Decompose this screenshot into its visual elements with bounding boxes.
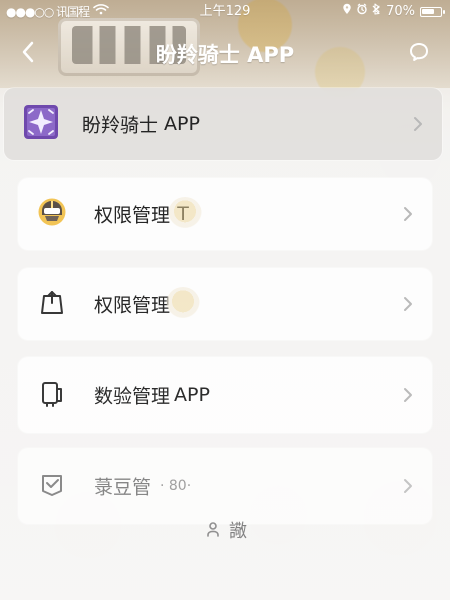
battery-percent: 70% <box>386 4 415 19</box>
list-item-icon-wrap <box>32 284 72 324</box>
featured-chevron-icon <box>412 115 424 133</box>
chat-button[interactable] <box>402 37 436 71</box>
checked-box-icon <box>37 469 67 503</box>
featured-title: 盼羚骑士 <box>82 114 159 137</box>
sparkle-app-icon <box>20 101 62 147</box>
list-item-extra: APP <box>174 384 210 406</box>
footer-note: 䜘 <box>0 517 450 543</box>
list-item-label: 权限管理 <box>94 294 171 317</box>
avatar-watermark <box>168 197 202 231</box>
list-item-icon-wrap <box>32 466 72 506</box>
app-header: 盼羚骑士 APP <box>0 24 450 86</box>
footer-text: 䜘 <box>229 521 247 542</box>
list-item[interactable]: 权限管理 <box>18 268 432 340</box>
bluetooth-icon <box>372 0 382 24</box>
battery-icon <box>420 7 445 17</box>
list-item[interactable]: 权限管理 T <box>18 178 432 250</box>
featured-tag: APP <box>164 113 200 135</box>
list-item-icon-wrap <box>32 375 72 415</box>
data-device-icon <box>36 377 68 413</box>
list-item-icon-wrap <box>32 194 72 234</box>
chat-bubble-icon <box>407 40 431 68</box>
avatar-watermark <box>166 287 200 321</box>
location-icon <box>342 0 352 24</box>
chevron-right-icon <box>402 295 414 313</box>
chevron-right-icon <box>402 205 414 223</box>
list-item[interactable]: 菉豆管 · 80· <box>18 448 432 524</box>
status-right-group: 70% <box>342 0 445 24</box>
upload-bag-icon <box>36 286 68 322</box>
list-item-meta: · 80· <box>160 478 192 494</box>
list-item-label: 权限管理 <box>94 204 171 227</box>
featured-icon-wrap <box>20 103 62 145</box>
list-item-label: 菉豆管 <box>94 476 152 499</box>
status-bar: ●●●○○ 讯国程 上午129 70% <box>0 0 450 24</box>
featured-app-card[interactable]: 盼羚骑士 APP <box>4 88 442 160</box>
chevron-right-icon <box>402 386 414 404</box>
battery-level-fill <box>422 9 434 14</box>
alarm-icon <box>356 0 368 24</box>
user-icon <box>203 520 223 540</box>
helmet-icon <box>34 194 70 234</box>
page-title: 盼羚骑士 APP <box>155 43 295 67</box>
list-item[interactable]: 数验管理 APP <box>18 357 432 433</box>
list-item-label: 数验管理 <box>94 385 171 408</box>
chevron-right-icon <box>402 477 414 495</box>
